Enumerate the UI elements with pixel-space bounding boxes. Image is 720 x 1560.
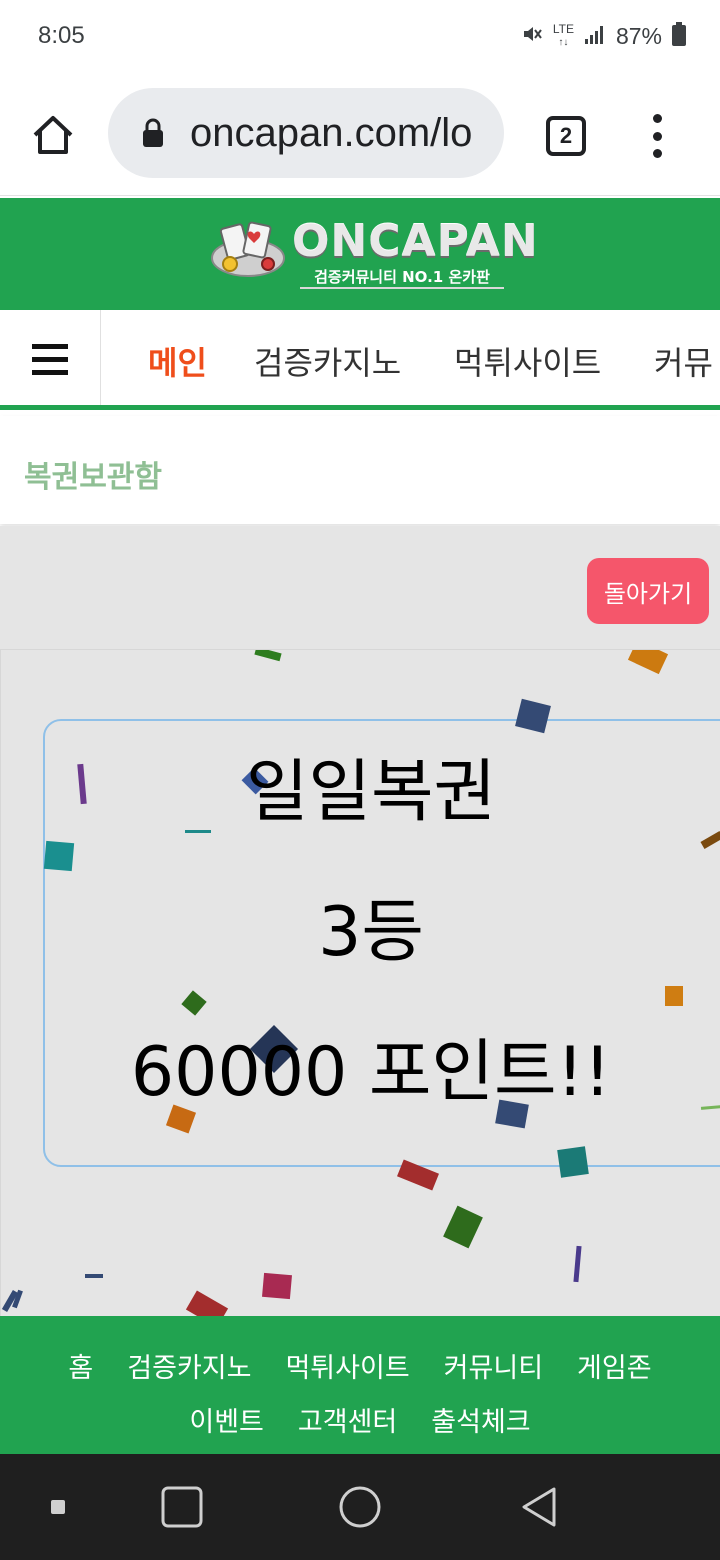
lte-icon: LTE ↑↓	[552, 22, 574, 48]
status-time: 8:05	[38, 22, 85, 49]
logo-tagline: 검증커뮤니티 NO.1 온카판	[300, 266, 504, 289]
back-triangle-icon	[522, 1487, 556, 1527]
lottery-name: 일일복권	[245, 753, 497, 832]
main-nav: 메인 검증카지노 먹튀사이트 커뮤	[0, 310, 720, 410]
confetti-piece	[573, 1245, 582, 1283]
lottery-content: 돌아가기 일일복권 3등 60000 포인트!!	[0, 526, 720, 1316]
confetti-stage: 일일복권 3등 60000 포인트!!	[0, 649, 720, 1316]
recents-icon	[161, 1486, 203, 1528]
nav-item-community[interactable]: 커뮤	[654, 338, 713, 384]
hamburger-icon	[32, 343, 68, 349]
hamburger-menu-button[interactable]	[0, 310, 101, 405]
confetti-piece	[254, 650, 282, 662]
nav-item-scam-sites[interactable]: 먹튀사이트	[454, 338, 601, 384]
home-icon	[33, 116, 73, 154]
battery-icon	[672, 22, 686, 50]
tab-switcher-button[interactable]: 2	[546, 116, 586, 156]
footer-link-verified-casino[interactable]: 검증카지노	[127, 1346, 251, 1385]
footer-link-attendance[interactable]: 출석체크	[431, 1400, 530, 1439]
lottery-rank: 3등	[318, 893, 424, 972]
footer-link-scam-sites[interactable]: 먹튀사이트	[285, 1346, 409, 1385]
back-nav-button[interactable]	[514, 1484, 562, 1530]
site-logo[interactable]: ONCAPAN 검증커뮤니티 NO.1 온카판	[210, 216, 538, 296]
more-vert-icon	[652, 114, 662, 123]
confetti-piece	[557, 1146, 589, 1178]
confetti-piece	[443, 1205, 483, 1249]
cards-logo-icon	[211, 221, 285, 277]
lock-icon	[142, 118, 164, 148]
page-title-bar: 복권보관함	[0, 416, 720, 524]
address-bar[interactable]: oncapan.com/lo	[108, 88, 504, 178]
confetti-piece	[262, 1272, 292, 1300]
recents-button[interactable]	[158, 1484, 206, 1530]
mute-icon	[521, 23, 543, 49]
status-bar: 8:05 LTE ↑↓ 87%	[0, 0, 720, 72]
nav-dot-icon	[46, 1484, 70, 1530]
battery-percent: 87%	[615, 22, 662, 49]
confetti-piece	[85, 1274, 103, 1278]
home-button[interactable]	[22, 104, 84, 166]
footer-link-game-zone[interactable]: 게임존	[577, 1346, 652, 1385]
home-nav-button[interactable]	[336, 1484, 384, 1530]
site-header: ONCAPAN 검증커뮤니티 NO.1 온카판	[0, 198, 720, 310]
confetti-piece	[627, 650, 669, 675]
footer-link-customer-center[interactable]: 고객센터	[298, 1400, 397, 1439]
footer-links-row-1: 홈 검증카지노 먹튀사이트 커뮤니티 게임존	[0, 1346, 720, 1385]
status-icons: LTE ↑↓ 87%	[521, 20, 686, 52]
confetti-piece	[185, 1290, 229, 1316]
nav-item-verified-casino[interactable]: 검증카지노	[254, 338, 401, 384]
nav-item-main[interactable]: 메인	[148, 338, 207, 384]
footer-link-community[interactable]: 커뮤니티	[444, 1346, 543, 1385]
confetti-piece	[43, 840, 75, 872]
system-nav-bar	[0, 1454, 720, 1560]
logo-wordmark: ONCAPAN	[292, 216, 539, 267]
confetti-piece	[665, 986, 683, 1006]
url-text: oncapan.com/lo	[190, 111, 473, 155]
footer-links-row-2: 이벤트 고객센터 출석체크	[0, 1400, 720, 1439]
site-footer: 홈 검증카지노 먹튀사이트 커뮤니티 게임존 이벤트 고객센터 출석체크	[0, 1316, 720, 1454]
lottery-prize: 60000 포인트!!	[130, 1033, 612, 1112]
footer-link-home[interactable]: 홈	[68, 1346, 93, 1385]
back-button[interactable]: 돌아가기	[587, 558, 709, 624]
overflow-menu-button[interactable]	[640, 110, 674, 162]
footer-link-events[interactable]: 이벤트	[189, 1400, 264, 1439]
signal-icon	[584, 23, 606, 49]
page-title: 복권보관함	[24, 460, 162, 495]
home-circle-icon	[339, 1486, 381, 1528]
browser-toolbar: oncapan.com/lo 2	[0, 72, 720, 196]
